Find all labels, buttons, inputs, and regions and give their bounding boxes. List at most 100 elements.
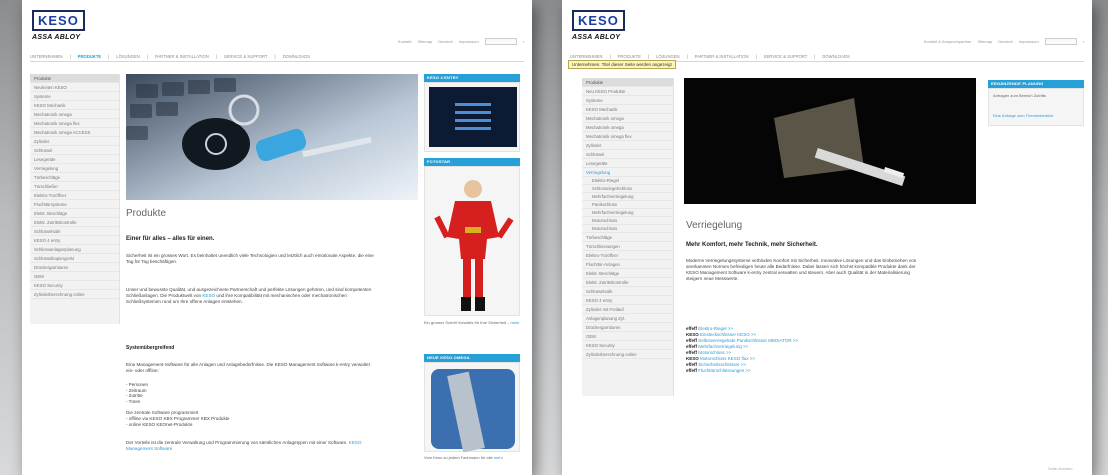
- caption-more-link[interactable]: mehr: [494, 455, 503, 460]
- sidebar-item[interactable]: Elektr. Zutrittskontrolle: [582, 278, 673, 287]
- sidebar-item[interactable]: Mechatronik omega flex: [582, 132, 673, 141]
- sidebar-item[interactable]: Verriegelung: [30, 164, 119, 173]
- nav-item-2[interactable]: LÖSUNGEN: [116, 54, 140, 59]
- utility-link-sitemap[interactable]: Sitemap: [978, 39, 993, 44]
- product-link[interactable]: Sicherheitsschlösser >>: [698, 362, 746, 367]
- sidebar-item[interactable]: Neu KESO Produkte: [582, 87, 673, 96]
- widget-omega[interactable]: [424, 362, 520, 453]
- sidebar-item[interactable]: Elektr. Beschläge: [30, 209, 119, 218]
- sidebar-item[interactable]: Zylinder: [582, 141, 673, 150]
- nav-item-4[interactable]: SERVICE & SUPPORT: [764, 54, 808, 59]
- nav-item-1[interactable]: PRODUKTE: [618, 54, 641, 59]
- utility-link-imprint[interactable]: Impressum: [1019, 39, 1039, 44]
- sidebar-item[interactable]: Elektr. Zutrittskontrolle: [30, 218, 119, 227]
- sidebar-item[interactable]: Schliessanlagenplanung: [30, 245, 119, 254]
- sidebar-item[interactable]: Verriegelung: [582, 168, 673, 177]
- page-title: Produkte: [126, 208, 167, 219]
- sidebar-item[interactable]: Zylinderberechnung online: [30, 290, 119, 299]
- sidebar-item[interactable]: Mechatronik omega ACCESS: [30, 128, 119, 137]
- sidebar-item[interactable]: Mehrfachverriegelung: [582, 209, 673, 217]
- utility-link-sitemap[interactable]: Sitemap: [418, 39, 433, 44]
- sidebar-item[interactable]: Elektro-Riegel: [582, 177, 673, 185]
- sidebar-item[interactable]: KESO 4 entry: [30, 236, 119, 245]
- sidebar-item[interactable]: Motorschloss: [582, 217, 673, 225]
- sidebar-item[interactable]: Schlüssel: [582, 150, 673, 159]
- sidebar-item[interactable]: Lesegeräte: [30, 155, 119, 164]
- sidebar-item[interactable]: OEM: [582, 332, 673, 341]
- sidebar-item[interactable]: Drückergarnituren: [30, 263, 119, 272]
- widget-header-planning: ERGÄNZENDE PLANUNG: [988, 80, 1084, 88]
- body-inline-link[interactable]: KESO: [202, 293, 215, 298]
- caption-more-link[interactable]: mehr: [510, 320, 519, 325]
- keso-logo[interactable]: KESO ASSA ABLOY: [572, 10, 625, 41]
- sidebar-item[interactable]: Mechatronik omega: [582, 114, 673, 123]
- widget-link[interactable]: Eine Anfrage zum Themenbereich: [993, 113, 1081, 118]
- sidebar-item[interactable]: KESO Security: [582, 341, 673, 350]
- sidebar-item[interactable]: Motorschloss: [582, 225, 673, 233]
- sidebar-item[interactable]: Schlüsselsafe: [30, 227, 119, 236]
- sidebar-item[interactable]: KESO Mechanik: [30, 101, 119, 110]
- nav-item-1[interactable]: PRODUKTE: [78, 54, 102, 59]
- nav-item-4[interactable]: SERVICE & SUPPORT: [224, 54, 268, 59]
- widget-keso-entry[interactable]: [424, 82, 520, 152]
- search-go-button[interactable]: ›: [1083, 39, 1084, 44]
- sidebar-item[interactable]: Fluchttürsysteme: [30, 200, 119, 209]
- sidebar-item[interactable]: Elektr. Beschläge: [582, 269, 673, 278]
- widget-superhero[interactable]: [424, 166, 520, 316]
- nav-item-0[interactable]: UNTERNEHMEN: [30, 54, 63, 59]
- utility-link-language[interactable]: Deutsch: [998, 39, 1013, 44]
- sidebar-item[interactable]: Türschließer: [30, 182, 119, 191]
- nav-item-0[interactable]: UNTERNEHMEN: [570, 54, 603, 59]
- sidebar-item[interactable]: Mehrfachverriegelung: [582, 193, 673, 201]
- search-go-button[interactable]: ›: [523, 39, 524, 44]
- nav-item-3[interactable]: PARTNER & INSTALLATION: [155, 54, 209, 59]
- sidebar-item[interactable]: Zylinderberechnung online: [582, 350, 673, 359]
- sidebar-item[interactable]: Systeme: [30, 92, 119, 101]
- utility-link-language[interactable]: Deutsch: [438, 39, 453, 44]
- sidebar-item[interactable]: Fluchttür-Anlagen: [582, 260, 673, 269]
- utility-link-imprint[interactable]: Impressum: [459, 39, 479, 44]
- sidebar-item[interactable]: Zylinder: [30, 137, 119, 146]
- sidebar-item[interactable]: Anlagenplanung Zyl.: [582, 314, 673, 323]
- product-link[interactable]: Motorschloss KESO flux >>: [700, 356, 755, 361]
- sidebar-item[interactable]: OEM: [30, 272, 119, 281]
- sidebar-item[interactable]: Schlüsselsafe: [582, 287, 673, 296]
- planning-link[interactable]: Eine Anfrage zum Themenbereich: [993, 113, 1053, 118]
- utility-link-contact[interactable]: Kontakt: [398, 39, 412, 44]
- product-link[interactable]: Fluchttürschliessungen >>: [698, 368, 751, 373]
- nav-item-5[interactable]: DOWNLOADS: [283, 54, 310, 59]
- search-input[interactable]: [484, 38, 517, 45]
- sidebar-item[interactable]: Schlossriegelschloss: [582, 185, 673, 193]
- sidebar-item[interactable]: Schlüsselkopiergerät: [30, 254, 119, 263]
- sidebar-item[interactable]: KESO 4 entry: [582, 296, 673, 305]
- keso-logo[interactable]: KESO ASSA ABLOY: [32, 10, 85, 41]
- sidebar-item[interactable]: Elektro-Türöffner: [30, 191, 119, 200]
- sidebar-item[interactable]: Lesegeräte: [582, 159, 673, 168]
- sidebar-item[interactable]: Elektro-Türöffner: [582, 251, 673, 260]
- nav-item-3[interactable]: PARTNER & INSTALLATION: [695, 54, 749, 59]
- sidebar-item[interactable]: Mechatronik omega: [582, 123, 673, 132]
- sidebar-item[interactable]: Türbeschläge: [30, 173, 119, 182]
- print-page-link[interactable]: Seite drucken: [1048, 466, 1072, 471]
- sidebar-item[interactable]: KESO Mechanik: [582, 105, 673, 114]
- sidebar-item[interactable]: Drückergarnituren: [582, 323, 673, 332]
- nav-item-5[interactable]: DOWNLOADS: [822, 54, 849, 59]
- sidebar-item[interactable]: Mechatronik omega: [30, 110, 119, 119]
- sidebar-item[interactable]: Türschliessungen: [582, 242, 673, 251]
- sidebar-item[interactable]: Türbeschläge: [582, 233, 673, 242]
- sidebar-item[interactable]: Neuheiten KESO: [30, 83, 119, 92]
- product-link[interactable]: Einsteckschlösser KESO >>: [700, 332, 756, 337]
- product-link[interactable]: Elektro-Riegel >>: [698, 326, 733, 331]
- sidebar-item[interactable]: Schlüssel: [30, 146, 119, 155]
- sidebar-item[interactable]: KESO Security: [30, 281, 119, 290]
- nav-item-2[interactable]: LÖSUNGEN: [656, 54, 680, 59]
- search-input[interactable]: [1044, 38, 1077, 45]
- sidebar-item[interactable]: Panikschloss: [582, 201, 673, 209]
- product-link[interactable]: Selbstverriegelnde Panikschlösser MEDIAT…: [698, 338, 798, 343]
- product-link[interactable]: Motorschloss >>: [698, 350, 731, 355]
- sidebar-item[interactable]: Mechatronik omega flex: [30, 119, 119, 128]
- product-link[interactable]: Mehrfachverriegelung >>: [698, 344, 748, 349]
- sidebar-item[interactable]: Systeme: [582, 96, 673, 105]
- sidebar-item[interactable]: Zylinder mit Freilauf: [582, 305, 673, 314]
- utility-link-contact[interactable]: Kontakt & Ansprechpartner: [924, 39, 972, 44]
